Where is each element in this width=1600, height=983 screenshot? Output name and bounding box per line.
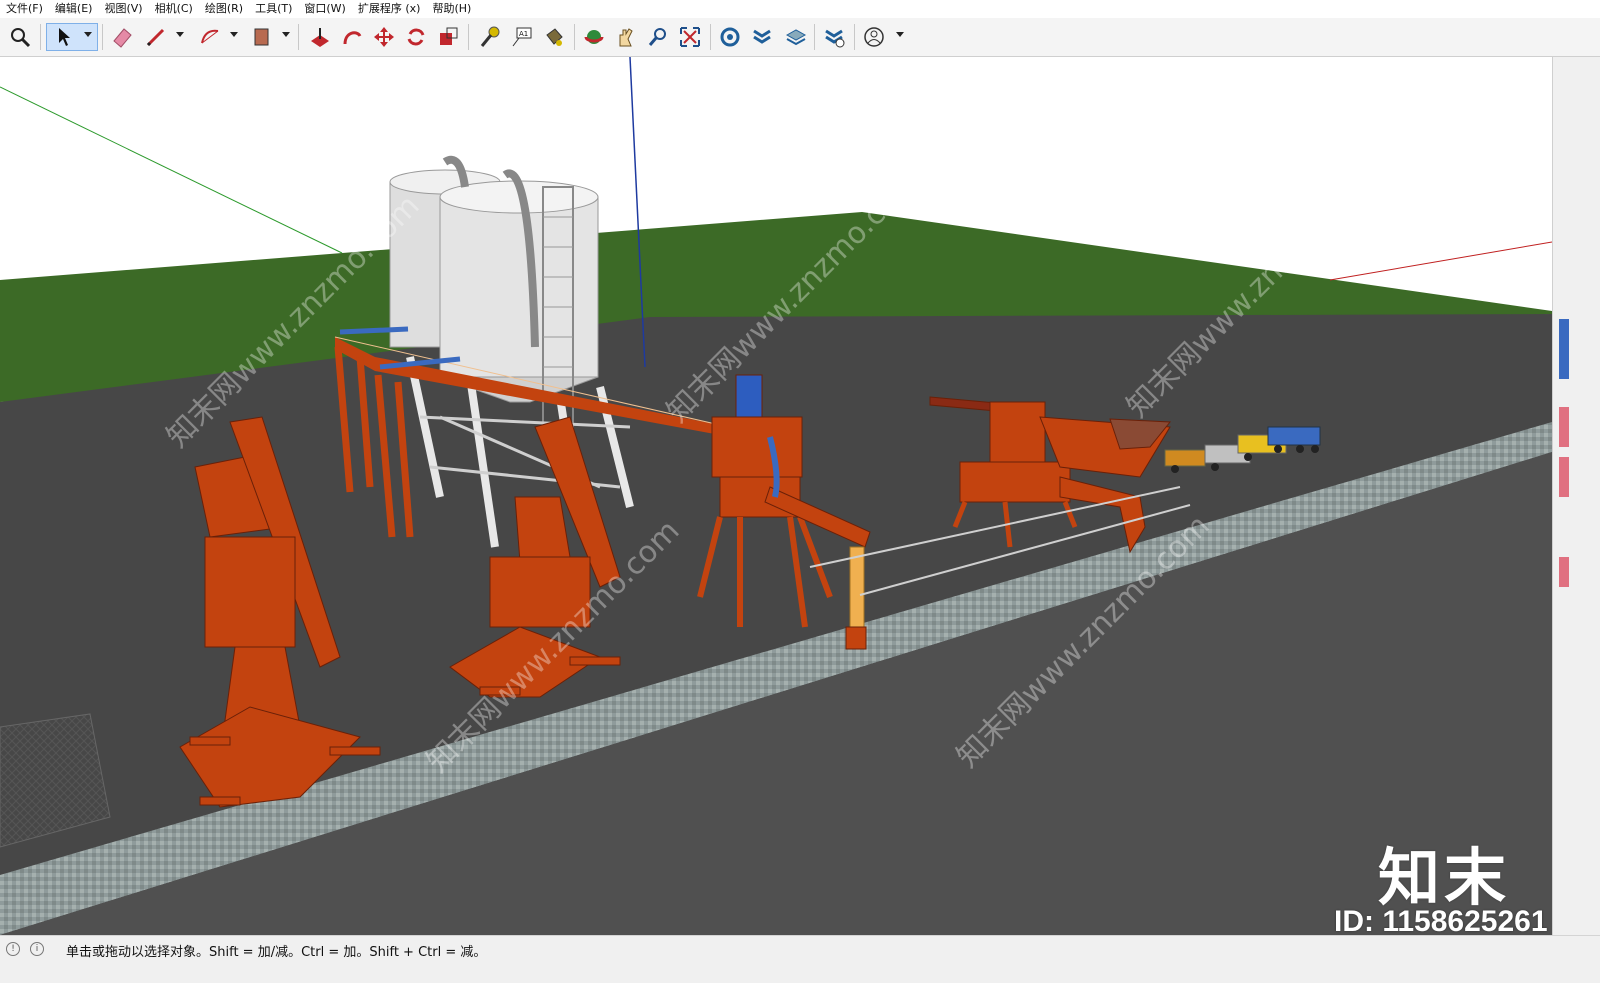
move-icon[interactable] — [370, 23, 398, 51]
scale-icon[interactable] — [434, 23, 462, 51]
arc-icon[interactable] — [196, 23, 224, 51]
components-icon[interactable] — [748, 23, 776, 51]
menu-draw[interactable]: 绘图(R) — [199, 0, 249, 18]
layers-icon[interactable] — [782, 23, 810, 51]
color-swatch[interactable] — [1559, 319, 1569, 379]
color-swatch[interactable] — [1559, 557, 1569, 587]
chevron-down-icon[interactable] — [896, 32, 904, 37]
menu-camera[interactable]: 相机(C) — [149, 0, 199, 18]
svg-text:A1: A1 — [519, 30, 528, 38]
follow-me-icon[interactable] — [338, 23, 366, 51]
select-tool-button[interactable] — [46, 23, 98, 51]
chevron-down-icon[interactable] — [282, 32, 290, 37]
search-icon[interactable] — [6, 23, 34, 51]
color-swatch[interactable] — [1559, 457, 1569, 497]
right-tray-panel[interactable] — [1552, 57, 1600, 935]
tape-measure-icon[interactable] — [476, 23, 504, 51]
menu-file[interactable]: 文件(F) — [0, 0, 49, 18]
user-account-icon[interactable] — [860, 23, 888, 51]
eraser-icon[interactable] — [108, 23, 136, 51]
color-swatch[interactable] — [1559, 407, 1569, 447]
menu-view[interactable]: 视图(V) — [98, 0, 148, 18]
zoom-icon[interactable] — [644, 23, 672, 51]
menu-help[interactable]: 帮助(H) — [426, 0, 477, 18]
status-message: 单击或拖动以选择对象。Shift = 加/减。Ctrl = 加。Shift + … — [66, 945, 487, 960]
green-axis — [0, 86, 343, 254]
chevron-down-icon[interactable] — [84, 32, 92, 37]
status-bar: ! i 单击或拖动以选择对象。Shift = 加/减。Ctrl = 加。Shif… — [0, 935, 1600, 983]
menu-bar: 文件(F) 编辑(E) 视图(V) 相机(C) 绘图(R) 工具(T) 窗口(W… — [0, 0, 1600, 18]
chevron-down-icon[interactable] — [230, 32, 238, 37]
text-icon[interactable]: A1 — [508, 23, 536, 51]
menu-edit[interactable]: 编辑(E) — [49, 0, 99, 18]
warehouse-icon[interactable] — [716, 23, 744, 51]
menu-window[interactable]: 窗口(W) — [298, 0, 351, 18]
push-pull-icon[interactable] — [306, 23, 334, 51]
extension-warehouse-icon[interactable] — [820, 23, 848, 51]
red-axis — [1329, 241, 1552, 281]
zoom-extents-icon[interactable] — [676, 23, 704, 51]
geolocation-icon[interactable]: ! — [6, 942, 20, 956]
pencil-icon[interactable] — [142, 23, 170, 51]
orbit-icon[interactable] — [580, 23, 608, 51]
rotate-icon[interactable] — [402, 23, 430, 51]
rectangle-icon[interactable] — [248, 23, 276, 51]
menu-tools[interactable]: 工具(T) — [249, 0, 298, 18]
3d-viewport[interactable]: 知末网www.znzmo.com 知末网www.znzmo.com 知末网www… — [0, 57, 1552, 935]
pan-icon[interactable] — [612, 23, 640, 51]
brand-logo-text: 知末 — [1378, 841, 1511, 914]
main-toolbar: A1 — [0, 18, 1600, 57]
chevron-down-icon[interactable] — [176, 32, 184, 37]
model-id-text: ID: 1158625261 — [1334, 905, 1548, 935]
menu-extensions[interactable]: 扩展程序 (x) — [352, 0, 427, 18]
paint-bucket-icon[interactable] — [540, 23, 568, 51]
info-icon[interactable]: i — [30, 942, 44, 956]
